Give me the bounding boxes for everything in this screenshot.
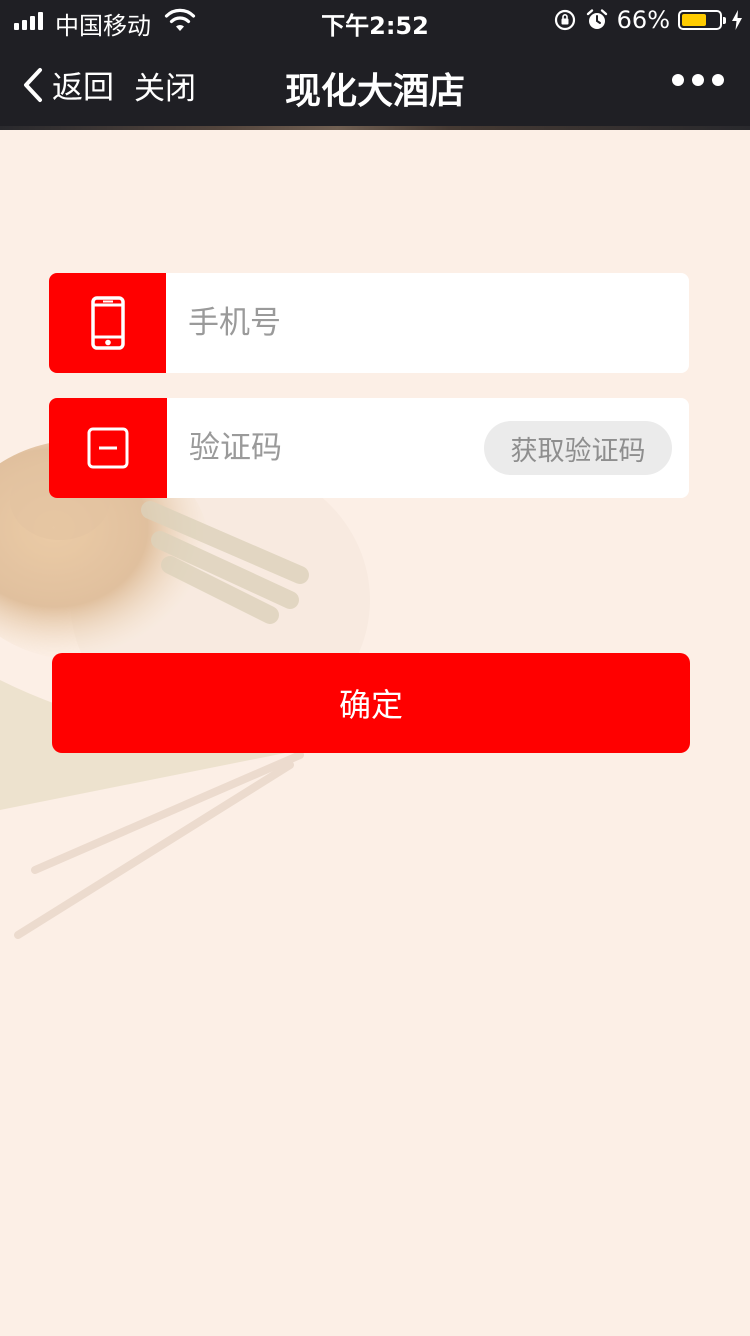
status-right-group: 66% [553, 6, 744, 34]
phone-row [49, 273, 689, 373]
confirm-button[interactable]: 确定 [52, 653, 690, 753]
get-code-button[interactable]: 获取验证码 [484, 421, 672, 475]
code-icon [87, 427, 129, 469]
phone-icon [90, 296, 125, 350]
code-row: 获取验证码 [49, 398, 689, 498]
nav-bar: 返回 关闭 现化大酒店 [0, 42, 750, 126]
phone-input[interactable] [166, 273, 689, 373]
top-bar: 中国移动 下午2:52 66% 返回 关闭 现化大酒店 [0, 0, 750, 130]
status-bar: 中国移动 下午2:52 66% [0, 0, 750, 42]
more-icon[interactable] [672, 74, 724, 86]
battery-icon [678, 10, 726, 30]
battery-fill [682, 14, 706, 26]
battery-percent: 66% [616, 6, 670, 34]
charging-icon [732, 10, 742, 30]
alarm-icon [586, 9, 607, 29]
rotation-lock-icon [554, 9, 575, 31]
code-icon-box [49, 398, 167, 498]
page-title: 现化大酒店 [284, 71, 465, 112]
phone-icon-box [49, 273, 166, 373]
